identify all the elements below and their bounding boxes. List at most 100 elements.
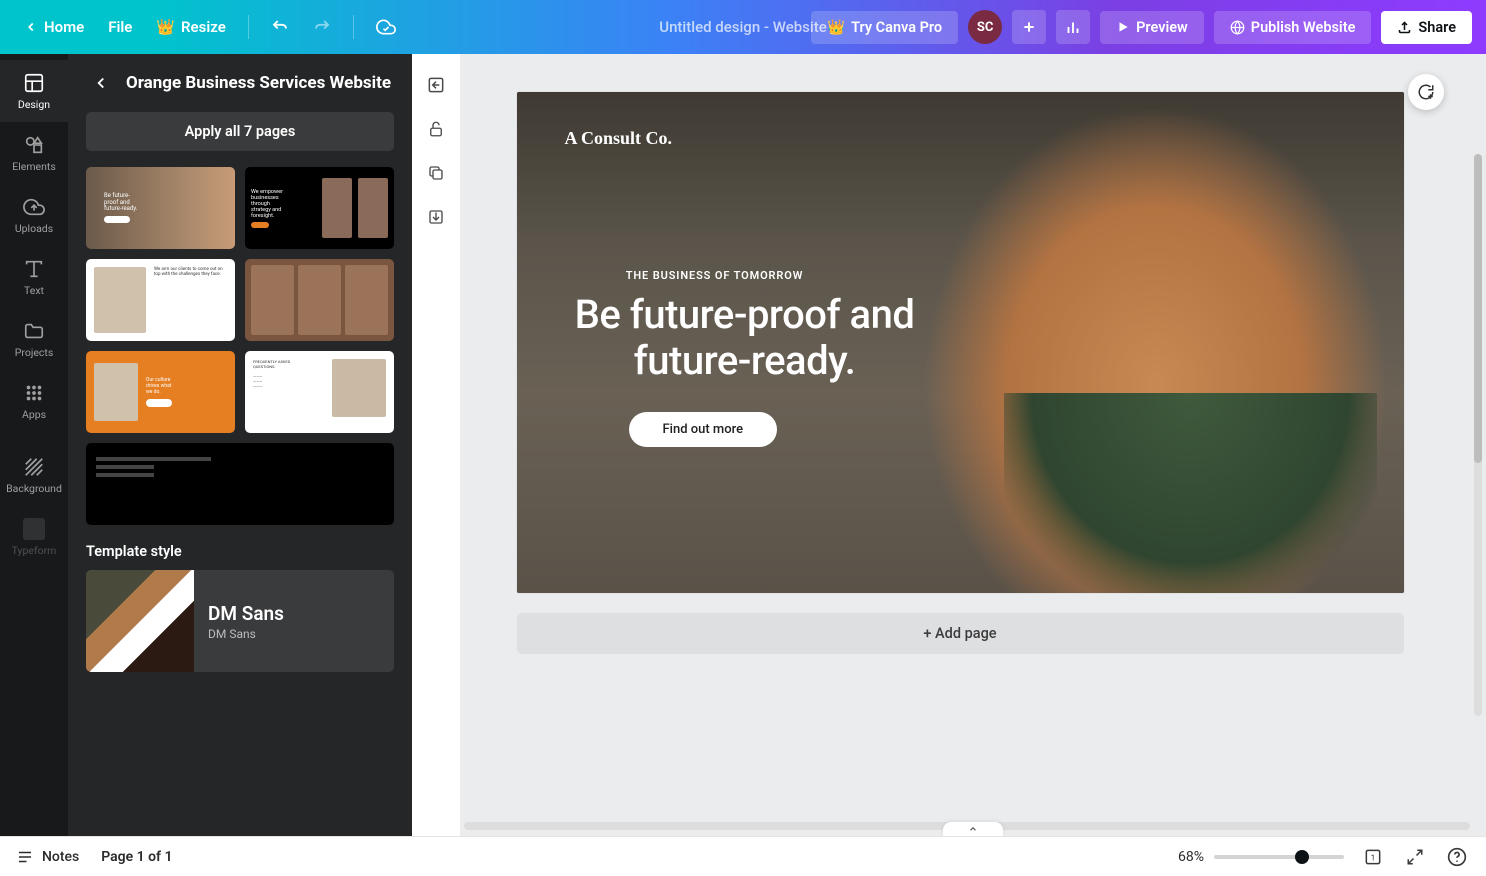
notes-icon (16, 848, 34, 866)
template-page-thumb[interactable] (86, 443, 394, 525)
page-count-icon: 1 (1363, 847, 1383, 867)
panel-back-button[interactable] (86, 68, 116, 98)
lock-open-icon (427, 120, 445, 138)
panel-title: Orange Business Services Website (126, 73, 391, 93)
text-icon (23, 258, 45, 280)
document-title[interactable]: Untitled design - Website (659, 18, 826, 36)
vertical-scrollbar[interactable] (1474, 154, 1482, 716)
style-font-name: DM Sans (208, 602, 284, 625)
regenerate-fab[interactable] (1408, 74, 1444, 110)
template-page-thumb[interactable]: We arm our clients to come out on top wi… (86, 259, 235, 341)
rail-label: Uploads (15, 222, 53, 235)
rail-projects[interactable]: Projects (0, 308, 68, 370)
redo-button[interactable] (303, 12, 341, 42)
play-icon (1116, 20, 1130, 34)
rail-label: Design (18, 98, 50, 111)
page-indicator[interactable]: Page 1 of 1 (101, 849, 172, 865)
kicker-text[interactable]: THE BUSINESS OF TOMORROW (565, 269, 865, 282)
rail-apps[interactable]: Apps (0, 370, 68, 432)
zoom-control: 68% (1178, 849, 1344, 865)
separator (248, 15, 249, 39)
headline-text[interactable]: Be future-proof and future-ready. (565, 292, 925, 384)
background-icon (23, 456, 45, 478)
chevron-left-icon (92, 74, 110, 92)
upload-icon (1397, 20, 1412, 35)
bottombar-right: 68% 1 (1178, 844, 1470, 870)
style-swatch (86, 570, 194, 672)
page-content: A Consult Co. THE BUSINESS OF TOMORROW B… (517, 92, 1404, 593)
rail-text[interactable]: Text (0, 246, 68, 308)
brand-logo-text[interactable]: A Consult Co. (565, 128, 1356, 149)
template-page-thumb[interactable]: We empowerbusinessesthroughstrategy andf… (245, 167, 394, 249)
rail-uploads[interactable]: Uploads (0, 184, 68, 246)
fullscreen-button[interactable] (1402, 844, 1428, 870)
canvas-area[interactable]: A Consult Co. THE BUSINESS OF TOMORROW B… (460, 54, 1486, 836)
template-page-thumb[interactable]: Be future-proof andfuture-ready. (86, 167, 235, 249)
grid-icon (23, 382, 45, 404)
globe-icon (1230, 20, 1245, 35)
import-icon (427, 208, 445, 226)
notes-button[interactable]: Notes (16, 848, 79, 866)
panel-header: Orange Business Services Website (86, 68, 394, 98)
resize-button[interactable]: 👑 Resize (146, 12, 235, 42)
undo-icon (271, 18, 289, 36)
file-menu[interactable]: File (98, 12, 142, 42)
template-page-thumb[interactable]: Our culturedrives whatwe do. (86, 351, 235, 433)
expand-icon (1406, 848, 1424, 866)
scrollbar-thumb[interactable] (1474, 154, 1482, 463)
rail-label: Background (6, 482, 62, 495)
style-font-sub: DM Sans (208, 627, 284, 641)
share-button[interactable]: Share (1381, 11, 1472, 44)
page-animate-button[interactable] (421, 70, 451, 100)
template-page-thumb[interactable] (245, 259, 394, 341)
zoom-value[interactable]: 68% (1178, 849, 1204, 865)
page-duplicate-button[interactable] (421, 158, 451, 188)
bottom-bar: Notes Page 1 of 1 68% 1 (0, 836, 1486, 876)
rail-label: Text (24, 284, 44, 297)
apply-all-button[interactable]: Apply all 7 pages (86, 112, 394, 151)
cloud-sync-button[interactable] (366, 11, 406, 43)
crown-icon: 👑 (827, 19, 845, 36)
topbar-right-group: 👑 Try Canva Pro SC Preview Publish Websi… (811, 10, 1472, 44)
style-info: DM Sans DM Sans (208, 602, 284, 641)
add-collaborator-button[interactable] (1012, 10, 1046, 44)
user-avatar[interactable]: SC (968, 10, 1002, 44)
template-style-card[interactable]: DM Sans DM Sans (86, 570, 394, 672)
try-pro-label: Try Canva Pro (851, 19, 942, 36)
preview-button[interactable]: Preview (1100, 11, 1204, 44)
zoom-slider[interactable] (1214, 855, 1344, 859)
bar-chart-icon (1064, 18, 1082, 36)
publish-button[interactable]: Publish Website (1214, 11, 1372, 44)
cloud-check-icon (376, 17, 396, 37)
left-nav-rail: Design Elements Uploads Text Projects Ap… (0, 54, 68, 836)
rail-design[interactable]: Design (0, 60, 68, 122)
chevron-left-icon (24, 20, 38, 34)
zoom-slider-knob[interactable] (1295, 850, 1309, 864)
cta-button[interactable]: Find out more (629, 412, 778, 447)
rail-elements[interactable]: Elements (0, 122, 68, 184)
template-icon (23, 72, 45, 94)
style-section-label: Template style (86, 543, 394, 560)
add-page-button[interactable]: + Add page (517, 613, 1404, 654)
home-button[interactable]: Home (14, 12, 94, 42)
undo-button[interactable] (261, 12, 299, 42)
typeform-icon (23, 518, 45, 540)
page-lock-button[interactable] (421, 114, 451, 144)
rail-typeform[interactable]: Typeform (0, 506, 68, 568)
chevron-up-icon (967, 824, 979, 834)
design-page[interactable]: A Consult Co. THE BUSINESS OF TOMORROW B… (517, 92, 1404, 593)
page-drawer-toggle[interactable] (943, 822, 1003, 836)
grid-view-button[interactable]: 1 (1360, 844, 1386, 870)
page-tools-column (412, 54, 460, 836)
file-label: File (108, 18, 132, 36)
separator (353, 15, 354, 39)
rail-background[interactable]: Background (0, 444, 68, 506)
help-button[interactable] (1444, 844, 1470, 870)
top-menu-bar: Home File 👑 Resize Untitled design - Web… (0, 0, 1486, 54)
template-page-thumb[interactable]: FREQUENTLY ASKEDQUESTIONS————————— (245, 351, 394, 433)
page-link-button[interactable] (421, 202, 451, 232)
panel-collapse-handle[interactable] (410, 415, 412, 475)
publish-label: Publish Website (1251, 19, 1356, 36)
analytics-button[interactable] (1056, 10, 1090, 44)
try-pro-button[interactable]: 👑 Try Canva Pro (811, 11, 958, 44)
